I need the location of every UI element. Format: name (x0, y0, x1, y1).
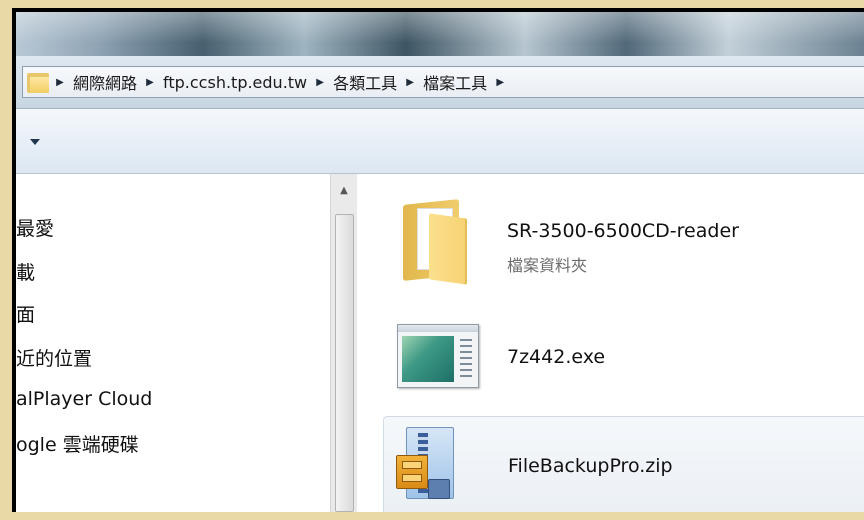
scroll-up-icon[interactable]: ▲ (331, 174, 357, 208)
chevron-right-icon[interactable]: ▶ (401, 77, 419, 88)
nav-item-recent-places[interactable]: 近的位置 (16, 344, 92, 371)
nav-item-desktop[interactable]: 面 (16, 300, 35, 327)
list-item[interactable]: SR-3500-6500CD-reader 檔案資料夾 (383, 196, 864, 288)
chevron-right-icon[interactable]: ▶ (311, 77, 329, 88)
navigation-pane: 最愛 載 面 近的位置 alPlayer Cloud ogle 雲端硬碟 (16, 174, 330, 512)
breadcrumb-file-tools[interactable]: 檔案工具 (419, 70, 491, 94)
folder-icon (403, 199, 469, 285)
exe-icon (397, 324, 479, 388)
nav-item-google-drive[interactable]: ogle 雲端硬碟 (16, 430, 139, 457)
address-bar: ▶ 網際網路 ▶ ftp.ccsh.tp.edu.tw ▶ 各類工具 ▶ 檔案工… (16, 56, 864, 109)
nav-item-favorites[interactable]: 最愛 (16, 214, 54, 241)
file-name: FileBackupPro.zip (508, 455, 673, 477)
scroll-thumb[interactable] (335, 214, 354, 512)
nav-item-downloads[interactable]: 載 (16, 258, 35, 285)
chevron-right-icon[interactable]: ▶ (491, 77, 509, 88)
file-name: SR-3500-6500CD-reader (507, 220, 739, 242)
file-list: SR-3500-6500CD-reader 檔案資料夾 7z442.exe Fi… (357, 174, 864, 512)
chevron-right-icon[interactable]: ▶ (51, 77, 69, 88)
list-item[interactable]: 7z442.exe (383, 318, 864, 398)
list-item[interactable]: FileBackupPro.zip (383, 416, 864, 512)
title-bar (16, 12, 864, 56)
address-field[interactable]: ▶ 網際網路 ▶ ftp.ccsh.tp.edu.tw ▶ 各類工具 ▶ 檔案工… (22, 66, 864, 98)
breadcrumb-tools[interactable]: 各類工具 (329, 70, 401, 94)
breadcrumb-internet[interactable]: 網際網路 (69, 70, 141, 94)
command-toolbar (16, 109, 864, 174)
nav-scrollbar[interactable]: ▲ (330, 174, 358, 512)
breadcrumb-ftp-host[interactable]: ftp.ccsh.tp.edu.tw (159, 73, 311, 92)
nav-item-realplayer-cloud[interactable]: alPlayer Cloud (16, 388, 152, 410)
chevron-down-icon[interactable] (30, 139, 40, 145)
explorer-window: ▶ 網際網路 ▶ ftp.ccsh.tp.edu.tw ▶ 各類工具 ▶ 檔案工… (12, 8, 864, 512)
zip-icon (396, 427, 456, 499)
chevron-right-icon[interactable]: ▶ (141, 77, 159, 88)
file-name: 7z442.exe (507, 346, 606, 368)
file-type: 檔案資料夾 (507, 256, 588, 275)
folder-icon (27, 71, 51, 93)
